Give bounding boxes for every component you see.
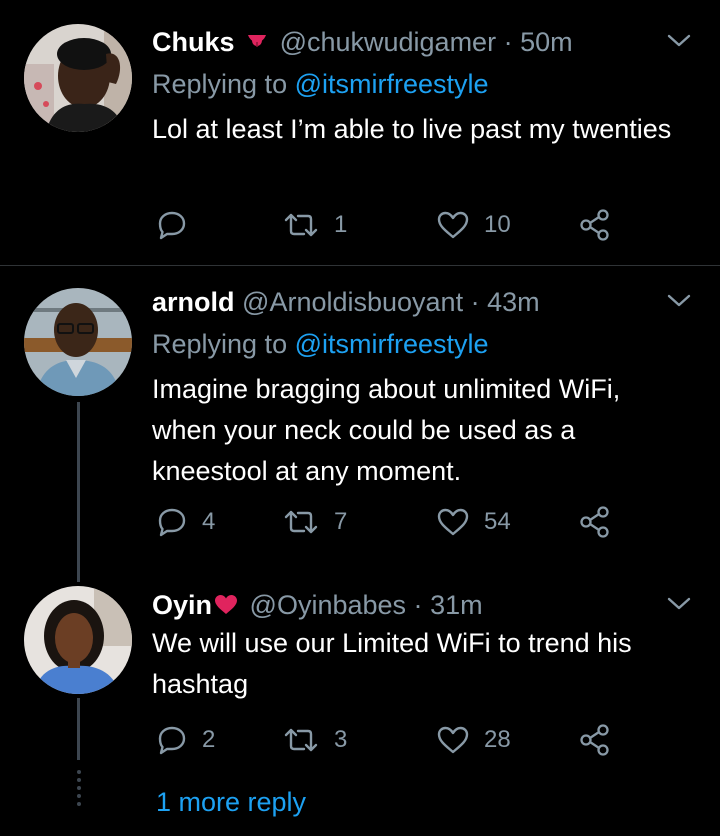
display-name[interactable]: Chuks bbox=[152, 27, 235, 57]
heart-emoji-icon bbox=[214, 590, 238, 624]
reply-count: 4 bbox=[202, 508, 216, 535]
chevron-down-icon[interactable] bbox=[666, 288, 692, 314]
tweet-arnold[interactable]: arnold @Arnoldisbuoyant · 43m Replying t… bbox=[0, 266, 720, 586]
avatar[interactable] bbox=[24, 586, 132, 694]
share-button[interactable] bbox=[578, 720, 612, 760]
replying-to-handle[interactable]: @itsmirfreestyle bbox=[295, 329, 489, 359]
reply-button[interactable] bbox=[156, 205, 202, 245]
timestamp[interactable]: 31m bbox=[430, 590, 483, 620]
tweet-text: We will use our Limited WiFi to trend hi… bbox=[152, 628, 632, 699]
replying-to-handle[interactable]: @itsmirfreestyle bbox=[295, 69, 489, 99]
share-icon bbox=[580, 724, 609, 756]
tweet-actions: 2 3 28 bbox=[152, 720, 632, 760]
display-name[interactable]: arnold bbox=[152, 287, 235, 317]
chevron-down-icon[interactable] bbox=[666, 28, 692, 54]
tweet-header: Oyin @Oyinbabes · 31m bbox=[152, 588, 483, 624]
retweet-count: 3 bbox=[334, 726, 348, 753]
tweet-actions: 4 7 54 bbox=[152, 502, 632, 542]
retweet-icon bbox=[284, 213, 318, 237]
reply-icon bbox=[158, 726, 186, 755]
like-button[interactable]: 28 bbox=[436, 720, 511, 760]
separator: · bbox=[470, 287, 480, 317]
like-button[interactable]: 54 bbox=[436, 502, 511, 542]
like-count: 10 bbox=[484, 211, 511, 238]
like-button[interactable]: 10 bbox=[436, 205, 511, 245]
heart-icon bbox=[437, 726, 469, 754]
retweet-icon bbox=[284, 510, 318, 534]
share-button[interactable] bbox=[578, 205, 612, 245]
replying-to-prefix: Replying to bbox=[152, 329, 288, 359]
tweet-oyin[interactable]: Oyin @Oyinbabes · 31m We will use our Li… bbox=[0, 586, 720, 776]
heart-icon bbox=[437, 508, 469, 536]
retweet-count: 7 bbox=[334, 508, 348, 535]
like-count: 54 bbox=[484, 508, 511, 535]
display-name[interactable]: Oyin bbox=[152, 590, 212, 620]
reply-count: 2 bbox=[202, 726, 216, 753]
reply-button[interactable]: 4 bbox=[156, 502, 215, 542]
timestamp[interactable]: 43m bbox=[487, 287, 540, 317]
reply-icon bbox=[158, 508, 186, 537]
reply-icon bbox=[158, 211, 186, 240]
avatar[interactable] bbox=[24, 24, 132, 132]
share-button[interactable] bbox=[578, 502, 612, 542]
user-handle[interactable]: @chukwudigamer bbox=[280, 27, 497, 57]
tweet-text: Imagine bragging about unlimited WiFi, w… bbox=[152, 374, 621, 486]
like-count: 28 bbox=[484, 726, 511, 753]
replying-to: Replying to @itsmirfreestyle bbox=[152, 327, 489, 361]
user-handle[interactable]: @Arnoldisbuoyant bbox=[242, 287, 463, 317]
replying-to-prefix: Replying to bbox=[152, 69, 288, 99]
tweet-header: Chuks @chukwudigamer · 50m bbox=[152, 25, 573, 61]
tweet-actions: 1 10 bbox=[152, 205, 632, 245]
retweet-button[interactable]: 3 bbox=[282, 720, 347, 760]
tweet-header: arnold @Arnoldisbuoyant · 43m bbox=[152, 285, 540, 319]
reply-button[interactable]: 2 bbox=[156, 720, 215, 760]
tongue-emoji-icon bbox=[246, 27, 268, 61]
more-replies-link[interactable]: 1 more reply bbox=[156, 782, 306, 822]
tweet-text: Lol at least I’m able to live past my tw… bbox=[152, 114, 672, 144]
user-handle[interactable]: @Oyinbabes bbox=[250, 590, 407, 620]
share-icon bbox=[580, 209, 609, 241]
replying-to: Replying to @itsmirfreestyle bbox=[152, 67, 489, 101]
thread-dots-icon bbox=[75, 768, 83, 808]
retweet-icon bbox=[284, 728, 318, 752]
chevron-down-icon[interactable] bbox=[666, 591, 692, 617]
separator: · bbox=[413, 590, 423, 620]
retweet-button[interactable]: 1 bbox=[282, 205, 347, 245]
retweet-button[interactable]: 7 bbox=[282, 502, 347, 542]
separator: · bbox=[503, 27, 513, 57]
avatar[interactable] bbox=[24, 288, 132, 396]
heart-icon bbox=[437, 211, 469, 239]
tweet-chuks[interactable]: Chuks @chukwudigamer · 50m Replying to @… bbox=[0, 0, 720, 265]
retweet-count: 1 bbox=[334, 211, 348, 238]
share-icon bbox=[580, 506, 609, 538]
timestamp[interactable]: 50m bbox=[520, 27, 573, 57]
